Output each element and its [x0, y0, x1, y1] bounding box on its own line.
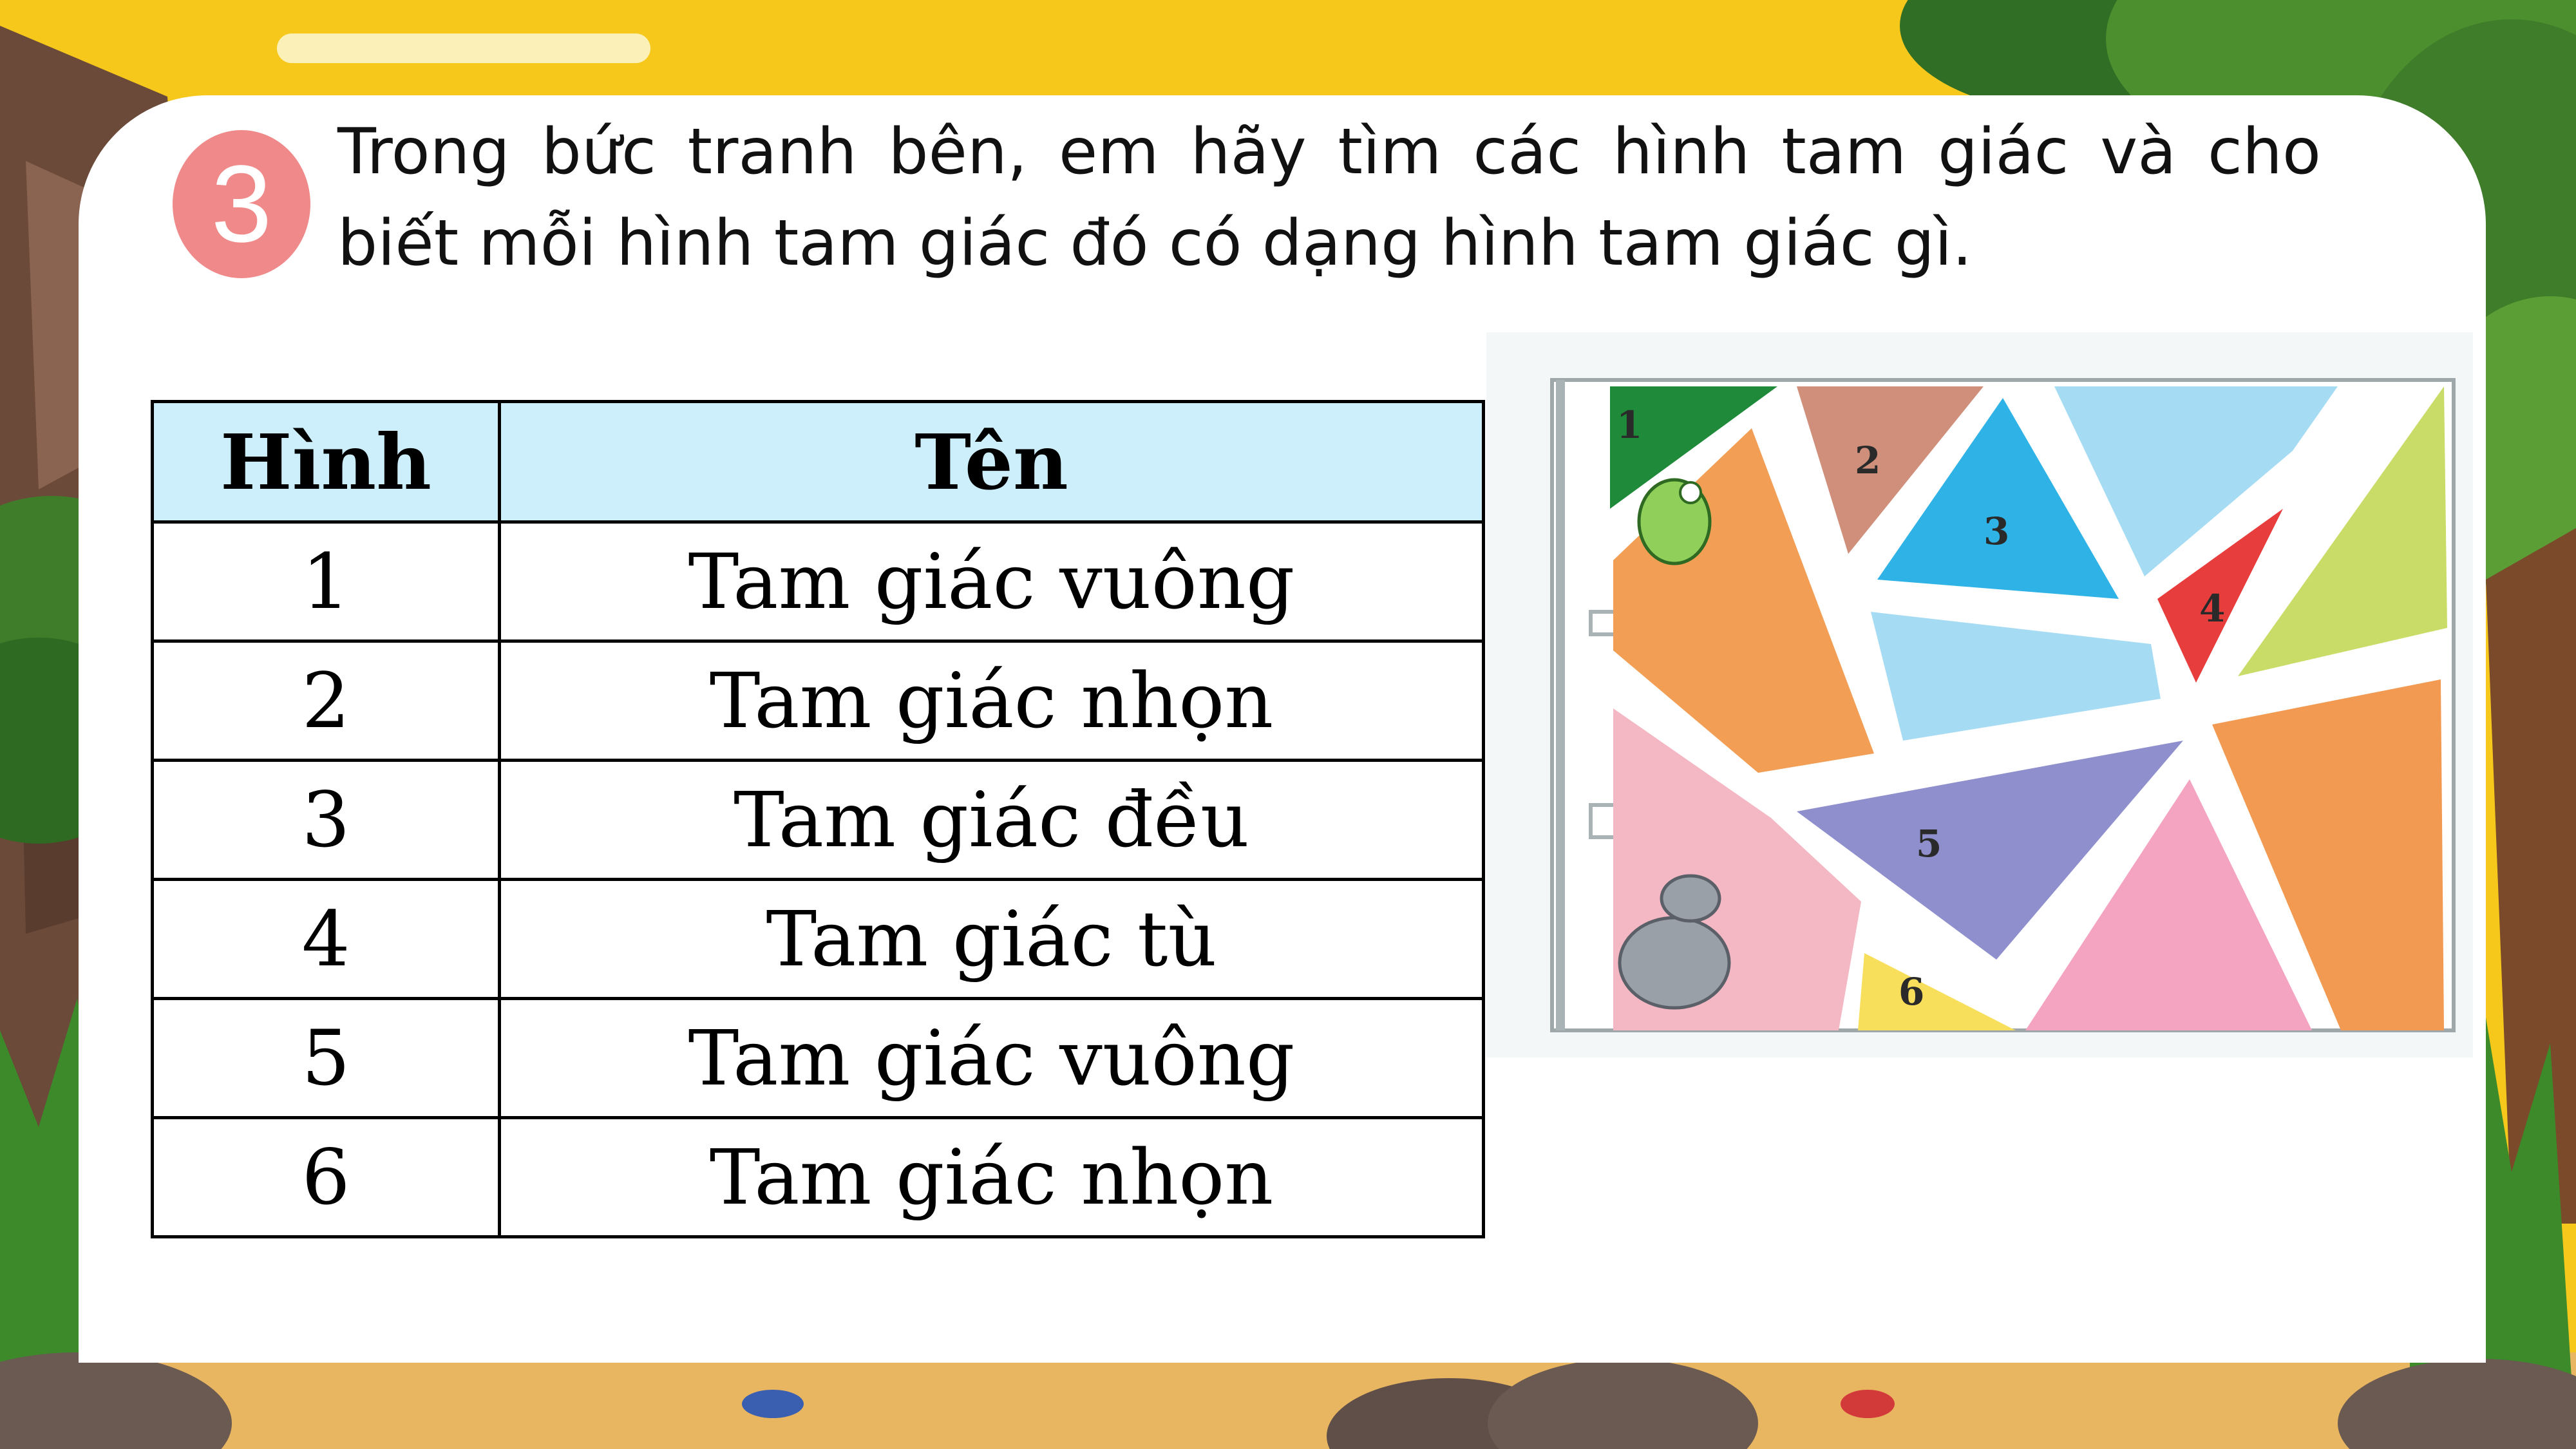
table-header-row: Hình Tên: [151, 400, 1485, 524]
cell-ten: Tam giác đều: [498, 759, 1485, 881]
table-row: 1 Tam giác vuông: [151, 520, 1485, 643]
figure-label: 6: [1899, 970, 1924, 1014]
cell-hinh: 2: [151, 639, 501, 762]
answer-table: Hình Tên 1 Tam giác vuông 2 Tam giác nhọ…: [151, 400, 1485, 1238]
figure-label: 4: [2199, 587, 2225, 630]
table-row: 3 Tam giác đều: [151, 759, 1485, 881]
table-row: 5 Tam giác vuông: [151, 997, 1485, 1119]
column-header-hinh: Hình: [151, 400, 501, 524]
figure-label: 1: [1616, 403, 1642, 447]
cell-ten: Tam giác nhọn: [498, 639, 1485, 762]
figure-label: 5: [1916, 822, 1942, 866]
cell-hinh: 6: [151, 1116, 501, 1238]
column-header-ten: Tên: [498, 400, 1485, 524]
cell-hinh: 1: [151, 520, 501, 643]
figure-label: 3: [1984, 509, 2009, 553]
cell-ten: Tam giác nhọn: [498, 1116, 1485, 1238]
table-row: 6 Tam giác nhọn: [151, 1116, 1485, 1238]
frog-icon: [1637, 478, 1712, 565]
exercise-number-badge: 3: [173, 130, 310, 278]
cell-hinh: 4: [151, 878, 501, 1000]
cell-ten: Tam giác vuông: [498, 997, 1485, 1119]
cell-ten: Tam giác vuông: [498, 520, 1485, 643]
figure-label: 2: [1855, 439, 1880, 482]
triangle-picture: 1 2 3 4 5 6: [1486, 332, 2473, 1057]
question-text: Trong bức tranh bên, em hãy tìm các hình…: [337, 115, 2321, 280]
cell-ten: Tam giác tù: [498, 878, 1485, 1000]
table-row: 4 Tam giác tù: [151, 878, 1485, 1000]
table-row: 2 Tam giác nhọn: [151, 639, 1485, 762]
cell-hinh: 3: [151, 759, 501, 881]
cell-hinh: 5: [151, 997, 501, 1119]
